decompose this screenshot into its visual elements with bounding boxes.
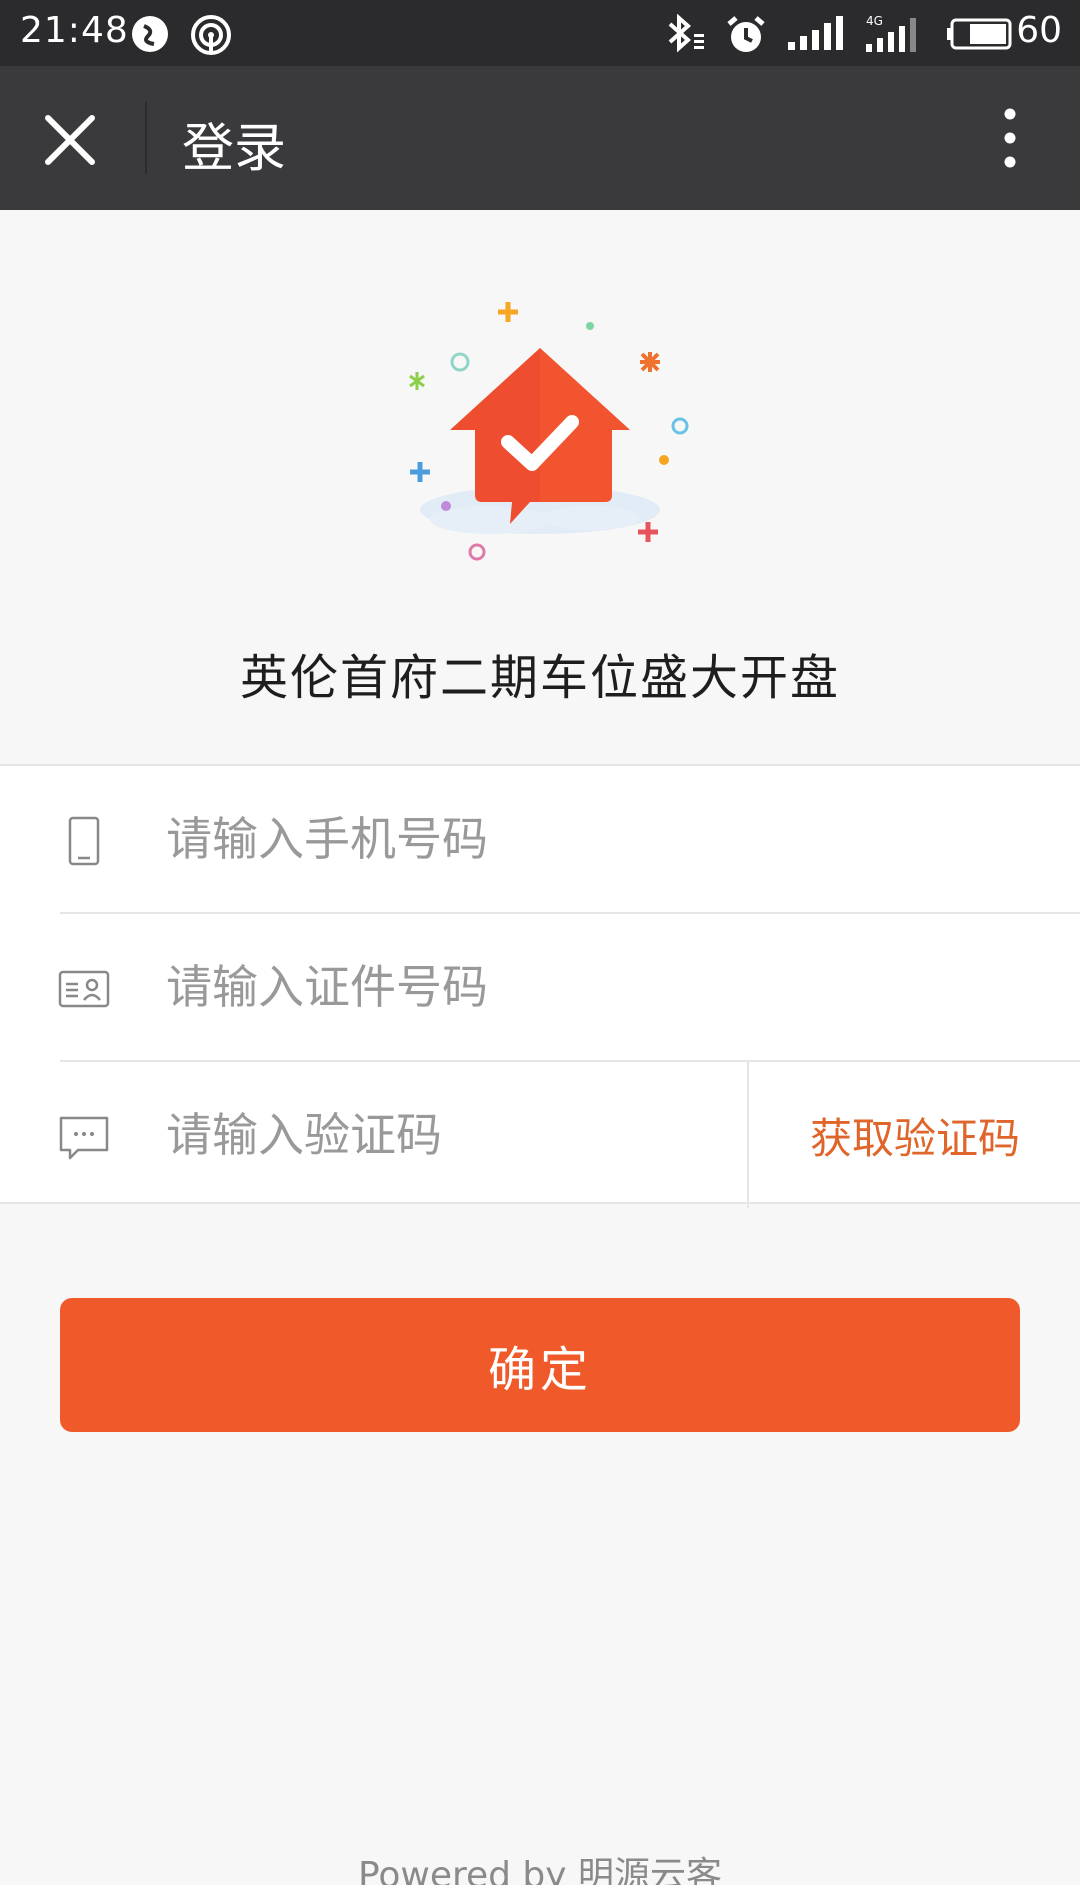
battery-level: 60 [1016, 10, 1062, 51]
signal-4g-icon: 4G [866, 14, 916, 52]
code-divider [747, 1062, 749, 1208]
nav-bar: 登录 [0, 66, 1080, 210]
page-title: 登录 [182, 119, 287, 179]
house-check-illustration [409, 302, 689, 561]
svg-text:4G: 4G [866, 14, 883, 28]
more-menu-icon[interactable] [990, 106, 1030, 170]
nav-divider [145, 102, 147, 174]
battery-icon [947, 18, 1012, 50]
app-notification-icon [132, 16, 168, 52]
bluetooth-icon [668, 14, 704, 53]
verification-code-input[interactable] [166, 1100, 726, 1170]
status-bar: 21:48 4G 60 [0, 0, 1080, 66]
phone-input[interactable] [166, 804, 726, 874]
powered-by-footer: Powered by 明源云客 [357, 1855, 723, 1885]
login-form: 获取验证码 [0, 764, 1080, 1208]
id-number-input[interactable] [166, 952, 726, 1022]
status-time: 21:48 [20, 10, 129, 51]
get-code-button[interactable]: 获取验证码 [750, 1062, 1080, 1208]
phone-row [0, 766, 1080, 912]
phone-icon [68, 816, 100, 866]
message-icon [59, 1116, 109, 1160]
alarm-icon [727, 16, 765, 52]
close-icon[interactable] [40, 110, 100, 170]
code-row: 获取验证码 [0, 1062, 1080, 1208]
hotspot-icon [191, 15, 231, 55]
project-title: 英伦首府二期车位盛大开盘 [239, 650, 840, 706]
id-card-icon [58, 970, 110, 1008]
id-row [0, 914, 1080, 1060]
confirm-button[interactable]: 确定 [60, 1298, 1020, 1432]
signal-icon [788, 16, 843, 50]
